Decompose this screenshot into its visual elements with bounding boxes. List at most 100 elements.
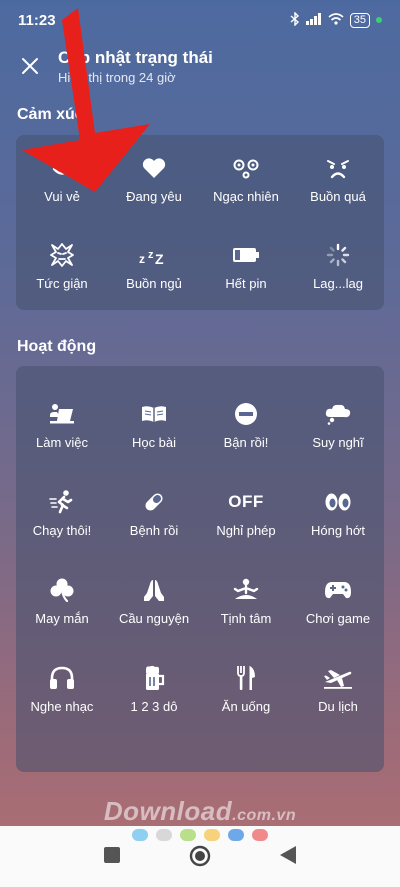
activity-item-label: Ăn uống — [221, 698, 271, 714]
smile-icon — [49, 155, 75, 181]
back-triangle-icon — [280, 846, 296, 864]
activity-item-label: Bận rồi! — [223, 434, 269, 450]
activity-item[interactable]: Hóng hớt — [292, 469, 384, 557]
emotions-section-title: Cảm xúc — [17, 106, 84, 123]
activity-item-label: Học bài — [131, 434, 177, 450]
emotion-item[interactable]: Đang yêu — [108, 135, 200, 223]
activity-item-label: Nghỉ phép — [216, 522, 276, 538]
emotion-item-label: Đang yêu — [126, 188, 182, 204]
airplane-icon — [323, 665, 353, 691]
emotion-item-label: Buồn quá — [310, 188, 366, 204]
activity-item-label: Du lịch — [318, 698, 358, 714]
emotion-item[interactable]: Buồn quá — [292, 135, 384, 223]
emotion-item[interactable]: z z Z Buồn ngủ — [108, 223, 200, 310]
status-more-icon: ··· — [63, 11, 82, 29]
angry-icon — [50, 242, 74, 268]
activity-item-label: Chơi game — [305, 610, 371, 626]
off-icon: OFF — [228, 491, 264, 511]
activity-item-label: Nghe nhạc — [30, 698, 94, 714]
emotion-item-label: Buồn ngủ — [126, 276, 182, 291]
activity-item[interactable]: Suy nghĩ — [292, 381, 384, 469]
activity-item[interactable]: 1 2 3 dô — [108, 645, 200, 733]
home-button[interactable] — [189, 845, 211, 872]
color-dot — [204, 829, 220, 841]
activities-section-title: Hoạt động — [17, 338, 97, 355]
activity-item-label: Hóng hớt — [310, 522, 366, 538]
emotion-item[interactable]: Ngạc nhiên — [200, 135, 292, 223]
emotion-item-label: Tức giận — [36, 276, 88, 291]
sad-icon — [325, 155, 351, 181]
beer-icon — [142, 665, 166, 691]
emotion-item-label: Ngạc nhiên — [213, 188, 279, 204]
activity-item[interactable]: Cầu nguyện — [108, 557, 200, 645]
activity-item[interactable]: Bận rồi! — [200, 381, 292, 469]
color-dot — [156, 829, 172, 841]
page-subtitle: Hiển thị trong 24 giờ — [58, 69, 176, 85]
color-dot — [180, 829, 196, 841]
emotion-item[interactable]: Tức giận — [16, 223, 108, 310]
activity-item[interactable]: Làm việc — [16, 381, 108, 469]
home-circle-icon — [189, 845, 211, 867]
color-dots — [0, 829, 400, 841]
activity-item[interactable]: May mắn — [16, 557, 108, 645]
gamepad-icon — [324, 577, 352, 603]
status-bar: 11:23 ··· 35 — [0, 0, 400, 40]
emotion-item-label: Vui vẻ — [44, 188, 80, 204]
activity-item[interactable]: Chạy thôi! — [16, 469, 108, 557]
activities-grid: Làm việc Học bài Bận rồi! Suy nghĩ Chạy thôi… — [16, 366, 384, 733]
emotion-item[interactable]: Vui vẻ — [16, 135, 108, 223]
recent-apps-button[interactable] — [104, 847, 120, 868]
green-dot-icon — [376, 17, 382, 23]
status-time: 11:23 — [18, 11, 56, 29]
bluetooth-icon — [290, 10, 300, 29]
emotions-panel: Vui vẻ Đang yêu Ngạc nhiên Buồn quá Tức giận… — [16, 135, 384, 310]
navigation-bar — [0, 826, 400, 887]
book-icon — [140, 401, 168, 427]
activity-item-label: Bệnh rồi — [129, 522, 179, 538]
svg-text:z: z — [139, 252, 145, 265]
pray-icon — [142, 577, 166, 603]
header: Cập nhật trạng thái Hiển thị trong 24 gi… — [0, 40, 400, 92]
emotion-item-label: Lag...lag — [313, 276, 363, 291]
emotion-item[interactable]: Hết pin — [200, 223, 292, 310]
heart-icon — [142, 155, 166, 181]
battery-indicator: 35 — [349, 12, 370, 28]
svg-text:z: z — [148, 249, 154, 261]
color-dot — [252, 829, 268, 841]
laptop-worker-icon — [48, 401, 76, 427]
download-watermark: Download.com.vn — [103, 796, 297, 826]
activity-item[interactable]: Du lịch — [292, 645, 384, 733]
activity-item[interactable]: OFF Nghỉ phép — [200, 469, 292, 557]
meditation-icon — [232, 577, 260, 603]
activity-item-label: Làm việc — [35, 434, 89, 450]
pill-icon — [142, 489, 166, 515]
sleepy-icon: zzZ — [139, 242, 169, 268]
battery-low-icon — [232, 242, 260, 268]
back-button[interactable] — [280, 846, 296, 869]
status-right: 35 — [290, 10, 382, 29]
activity-item[interactable]: Nghe nhạc — [16, 645, 108, 733]
wifi-icon — [328, 12, 344, 28]
headphones-icon — [49, 665, 75, 691]
emotion-item-label: Hết pin — [225, 276, 267, 291]
loading-icon — [326, 242, 350, 268]
color-dot — [132, 829, 148, 841]
running-icon — [49, 489, 75, 515]
activities-panel: Làm việc Học bài Bận rồi! Suy nghĩ Chạy thôi… — [16, 366, 384, 772]
activity-item[interactable]: Ăn uống — [200, 645, 292, 733]
activity-item[interactable]: Tịnh tâm — [200, 557, 292, 645]
activity-item[interactable]: Bệnh rồi — [108, 469, 200, 557]
emotion-item[interactable]: Lag...lag — [292, 223, 384, 310]
activity-item[interactable]: Chơi game — [292, 557, 384, 645]
color-dot — [228, 829, 244, 841]
close-button[interactable] — [16, 52, 44, 80]
activity-item-label: May mắn — [35, 610, 89, 626]
header-text: Cập nhật trạng thái Hiển thị trong 24 gi… — [58, 48, 213, 85]
activity-item-label: 1 2 3 dô — [130, 698, 178, 714]
signal-icon — [305, 12, 322, 28]
eyes-icon — [324, 489, 352, 515]
activity-item-label: Cầu nguyện — [118, 610, 190, 626]
close-icon — [22, 58, 38, 74]
activity-item[interactable]: Học bài — [108, 381, 200, 469]
square-icon — [104, 847, 120, 863]
